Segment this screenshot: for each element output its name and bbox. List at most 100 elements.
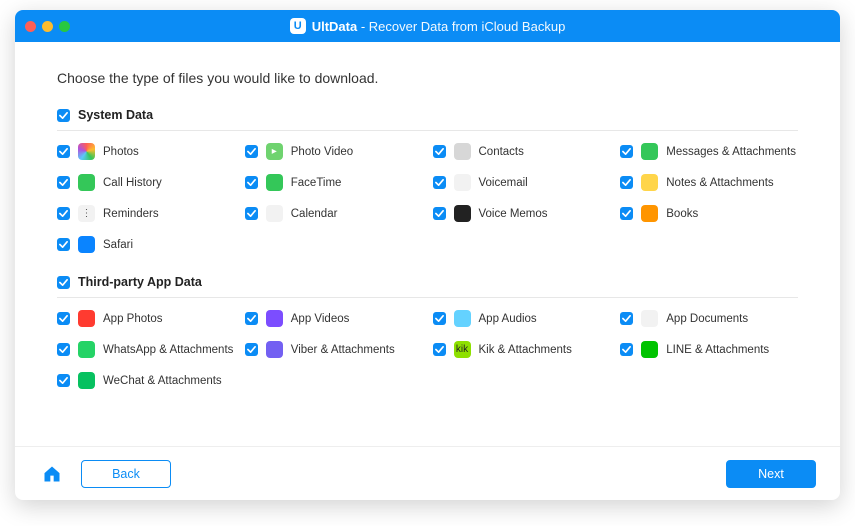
system-item-reminders[interactable]: ⋮ Reminders xyxy=(57,205,235,222)
page-heading: Choose the type of files you would like … xyxy=(57,70,798,86)
system-item-label: Reminders xyxy=(103,208,159,220)
thirdparty-item-label: WeChat & Attachments xyxy=(103,375,222,387)
system-item-contacts[interactable]: Contacts xyxy=(433,143,611,160)
system-item-notes-attachments[interactable]: Notes & Attachments xyxy=(620,174,798,191)
voice-memos-icon xyxy=(454,205,471,222)
photo-video-icon: ▸ xyxy=(266,143,283,160)
thirdparty-item-app-documents[interactable]: App Documents xyxy=(620,310,798,327)
thirdparty-checkbox-wechat-attachments[interactable] xyxy=(57,374,70,387)
thirdparty-item-kik-attachments[interactable]: kik Kik & Attachments xyxy=(433,341,611,358)
system-checkbox-voicemail[interactable] xyxy=(433,176,446,189)
system-checkbox-messages-attachments[interactable] xyxy=(620,145,633,158)
thirdparty-checkbox-app-audios[interactable] xyxy=(433,312,446,325)
system-checkbox-reminders[interactable] xyxy=(57,207,70,220)
viber-attachments-icon xyxy=(266,341,283,358)
back-button[interactable]: Back xyxy=(81,460,171,488)
home-button[interactable] xyxy=(39,461,65,487)
thirdparty-checkbox-whatsapp-attachments[interactable] xyxy=(57,343,70,356)
thirdparty-item-viber-attachments[interactable]: Viber & Attachments xyxy=(245,341,423,358)
system-checkbox-voice-memos[interactable] xyxy=(433,207,446,220)
system-item-label: Photos xyxy=(103,146,139,158)
wechat-attachments-icon xyxy=(78,372,95,389)
thirdparty-data-label: Third-party App Data xyxy=(78,275,202,289)
system-checkbox-notes-attachments[interactable] xyxy=(620,176,633,189)
system-checkbox-books[interactable] xyxy=(620,207,633,220)
app-photos-icon xyxy=(78,310,95,327)
maximize-window-icon[interactable] xyxy=(59,21,70,32)
thirdparty-item-wechat-attachments[interactable]: WeChat & Attachments xyxy=(57,372,235,389)
app-subtitle: Recover Data from iCloud Backup xyxy=(369,19,566,34)
system-data-label: System Data xyxy=(78,108,153,122)
minimize-window-icon[interactable] xyxy=(42,21,53,32)
app-name: UltData xyxy=(312,19,358,34)
system-item-label: Call History xyxy=(103,177,162,189)
thirdparty-item-label: WhatsApp & Attachments xyxy=(103,344,233,356)
system-item-photos[interactable]: Photos xyxy=(57,143,235,160)
thirdparty-checkbox-app-documents[interactable] xyxy=(620,312,633,325)
system-item-label: Voicemail xyxy=(479,177,528,189)
system-item-label: Voice Memos xyxy=(479,208,548,220)
thirdparty-item-label: App Audios xyxy=(479,313,537,325)
footer: Back Next xyxy=(15,446,840,500)
system-data-checkbox[interactable] xyxy=(57,109,70,122)
thirdparty-item-label: Viber & Attachments xyxy=(291,344,395,356)
thirdparty-item-line-attachments[interactable]: LINE & Attachments xyxy=(620,341,798,358)
kik-attachments-icon: kik xyxy=(454,341,471,358)
thirdparty-item-label: App Documents xyxy=(666,313,748,325)
line-attachments-icon xyxy=(641,341,658,358)
thirdparty-data-checkbox[interactable] xyxy=(57,276,70,289)
calendar-icon xyxy=(266,205,283,222)
thirdparty-data-grid: App Photos App Videos App Audios App Docume… xyxy=(57,310,798,389)
system-data-header[interactable]: System Data xyxy=(57,108,798,131)
system-item-label: Safari xyxy=(103,239,133,251)
thirdparty-checkbox-line-attachments[interactable] xyxy=(620,343,633,356)
thirdparty-checkbox-app-photos[interactable] xyxy=(57,312,70,325)
next-button[interactable]: Next xyxy=(726,460,816,488)
safari-icon xyxy=(78,236,95,253)
photos-icon xyxy=(78,143,95,160)
system-item-voice-memos[interactable]: Voice Memos xyxy=(433,205,611,222)
system-checkbox-safari[interactable] xyxy=(57,238,70,251)
reminders-icon: ⋮ xyxy=(78,205,95,222)
close-window-icon[interactable] xyxy=(25,21,36,32)
thirdparty-checkbox-viber-attachments[interactable] xyxy=(245,343,258,356)
system-item-label: Contacts xyxy=(479,146,524,158)
system-checkbox-facetime[interactable] xyxy=(245,176,258,189)
thirdparty-item-label: LINE & Attachments xyxy=(666,344,769,356)
app-videos-icon xyxy=(266,310,283,327)
system-item-call-history[interactable]: Call History xyxy=(57,174,235,191)
contacts-icon xyxy=(454,143,471,160)
system-item-calendar[interactable]: Calendar xyxy=(245,205,423,222)
system-item-label: Books xyxy=(666,208,698,220)
system-checkbox-calendar[interactable] xyxy=(245,207,258,220)
voicemail-icon xyxy=(454,174,471,191)
app-logo-icon: U xyxy=(290,18,306,34)
system-checkbox-photo-video[interactable] xyxy=(245,145,258,158)
thirdparty-item-app-audios[interactable]: App Audios xyxy=(433,310,611,327)
thirdparty-item-label: App Photos xyxy=(103,313,162,325)
thirdparty-item-app-photos[interactable]: App Photos xyxy=(57,310,235,327)
system-checkbox-call-history[interactable] xyxy=(57,176,70,189)
system-item-messages-attachments[interactable]: Messages & Attachments xyxy=(620,143,798,160)
system-item-safari[interactable]: Safari xyxy=(57,236,235,253)
system-item-label: Notes & Attachments xyxy=(666,177,773,189)
thirdparty-data-header[interactable]: Third-party App Data xyxy=(57,275,798,298)
call-history-icon xyxy=(78,174,95,191)
thirdparty-checkbox-app-videos[interactable] xyxy=(245,312,258,325)
thirdparty-item-label: Kik & Attachments xyxy=(479,344,572,356)
window-controls xyxy=(25,21,70,32)
thirdparty-item-app-videos[interactable]: App Videos xyxy=(245,310,423,327)
titlebar: U UltData - Recover Data from iCloud Bac… xyxy=(15,10,840,42)
thirdparty-checkbox-kik-attachments[interactable] xyxy=(433,343,446,356)
system-checkbox-photos[interactable] xyxy=(57,145,70,158)
system-item-photo-video[interactable]: ▸Photo Video xyxy=(245,143,423,160)
title-separator: - xyxy=(357,19,369,34)
system-item-voicemail[interactable]: Voicemail xyxy=(433,174,611,191)
system-checkbox-contacts[interactable] xyxy=(433,145,446,158)
thirdparty-item-whatsapp-attachments[interactable]: WhatsApp & Attachments xyxy=(57,341,235,358)
notes-attachments-icon xyxy=(641,174,658,191)
system-item-books[interactable]: Books xyxy=(620,205,798,222)
system-item-facetime[interactable]: FaceTime xyxy=(245,174,423,191)
app-window: U UltData - Recover Data from iCloud Bac… xyxy=(15,10,840,500)
app-audios-icon xyxy=(454,310,471,327)
